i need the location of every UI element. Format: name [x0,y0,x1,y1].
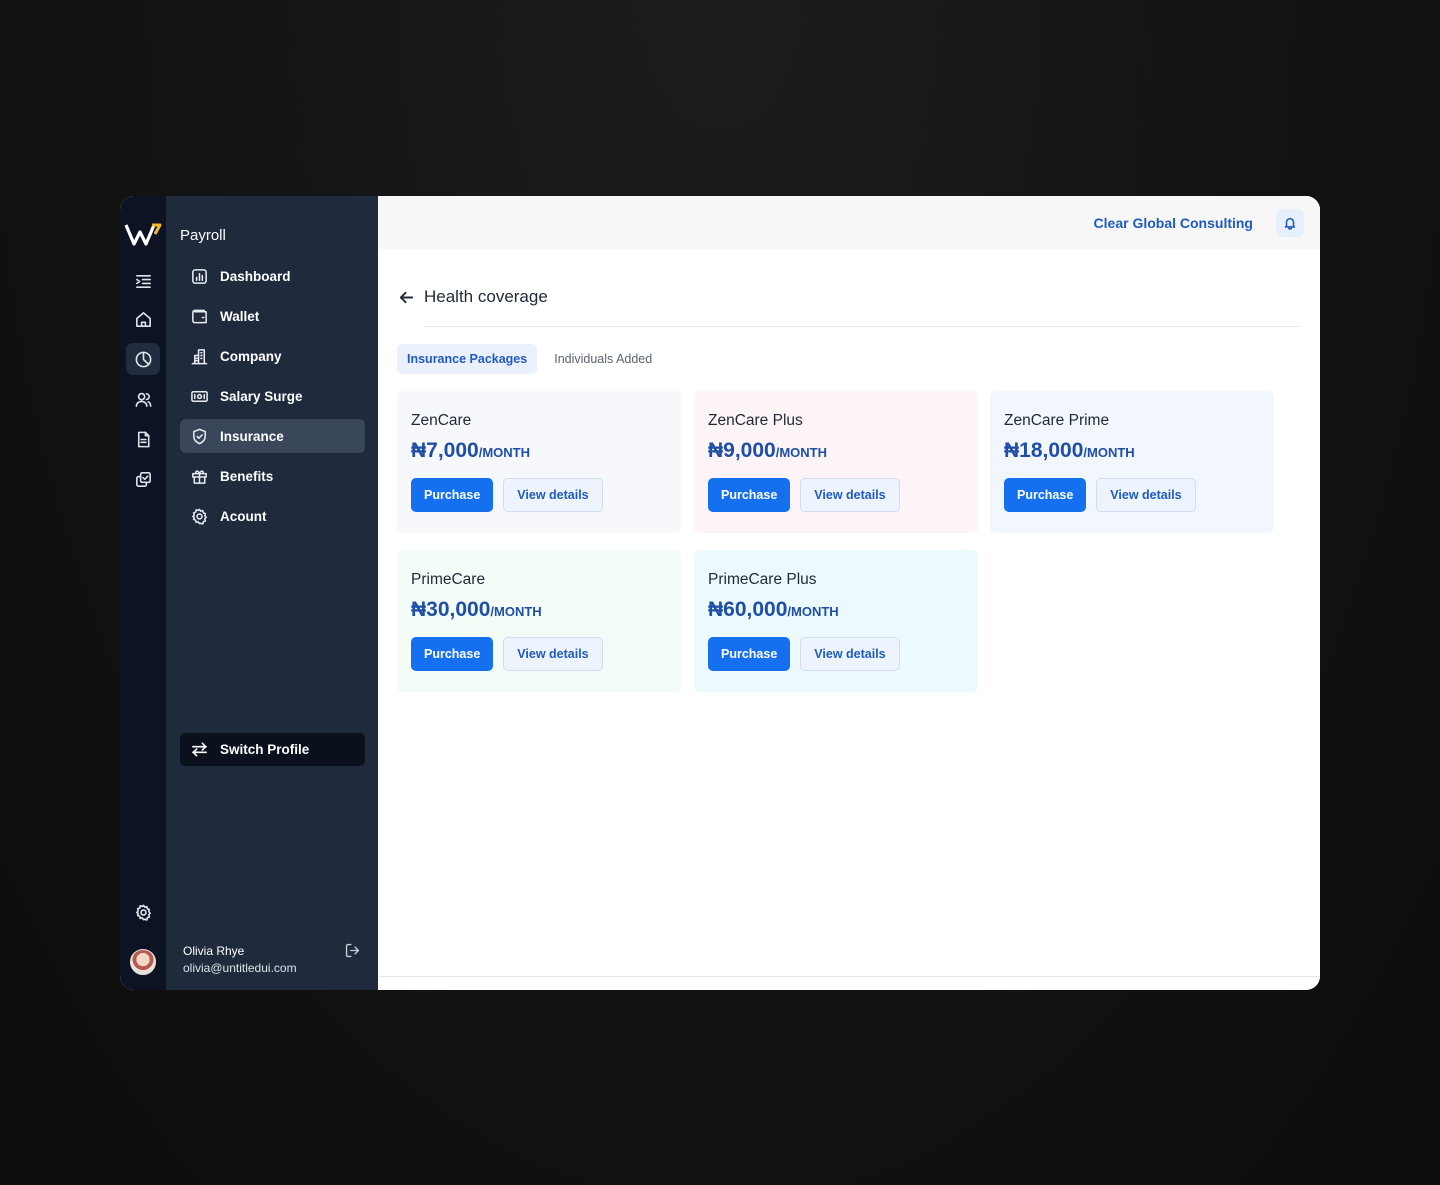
sidebar-item-label: Company [220,348,282,364]
content-bottom-border [378,976,1320,977]
wallet-icon [192,309,207,323]
card-actions: Purchase View details [708,478,964,512]
main-content: Clear Global Consulting Health coverage … [378,196,1320,990]
sidebar-item-label: Benefits [220,468,274,484]
sidebar-item-salary-surge[interactable]: Salary Surge [180,379,365,413]
heading-divider [424,326,1300,327]
package-card: ZenCare Prime ₦18,000/MONTH Purchase Vie… [990,391,1274,533]
package-price: ₦9,000/MONTH [708,439,964,463]
package-name: ZenCare Plus [708,412,803,429]
sidebar-nav: Dashboard Wallet Company Salary Surge In… [180,259,365,539]
price-amount: ₦18,000 [1004,439,1084,462]
package-card: PrimeCare Plus ₦60,000/MONTH Purchase Vi… [694,550,978,692]
banknote-icon [191,390,208,402]
page-heading: Health coverage [398,287,548,307]
sidebar-item-label: Salary Surge [220,388,303,404]
organization-name[interactable]: Clear Global Consulting [1094,215,1253,231]
sidebar-item-company[interactable]: Company [180,339,365,373]
card-actions: Purchase View details [411,637,667,671]
sidebar-item-wallet[interactable]: Wallet [180,299,365,333]
copy-check-icon[interactable] [126,463,160,495]
package-price: ₦7,000/MONTH [411,439,667,463]
sidebar: Payroll Dashboard Wallet Company Salary … [166,196,378,990]
package-price: ₦60,000/MONTH [708,598,964,622]
price-period: /MONTH [775,445,827,460]
pie-chart-icon[interactable] [126,343,160,375]
purchase-button[interactable]: Purchase [411,637,494,671]
sidebar-item-insurance[interactable]: Insurance [180,419,365,453]
view-details-button[interactable]: View details [1096,478,1196,512]
price-amount: ₦30,000 [411,598,491,621]
card-actions: Purchase View details [708,637,964,671]
price-period: /MONTH [1083,445,1135,460]
tab-insurance-packages[interactable]: Insurance Packages [397,344,538,374]
user-name: Olivia Rhye [183,944,245,958]
package-price: ₦30,000/MONTH [411,598,667,622]
sidebar-item-label: Dashboard [220,268,291,284]
logout-icon [345,943,360,958]
sidebar-item-label: Wallet [220,308,260,324]
purchase-button[interactable]: Purchase [708,478,791,512]
package-name: ZenCare Prime [1004,412,1110,429]
package-name: ZenCare [411,412,472,429]
switch-arrows-icon [192,742,207,757]
package-name: PrimeCare [411,571,486,588]
price-period: /MONTH [478,445,530,460]
icon-rail [120,196,166,990]
shield-icon [193,428,206,444]
sidebar-item-account[interactable]: Acount [180,499,365,533]
package-card: ZenCare Plus ₦9,000/MONTH Purchase View … [694,391,978,533]
tab-individuals-added[interactable]: Individuals Added [544,344,662,374]
building-icon [191,348,208,364]
sidebar-item-label: Insurance [220,428,284,444]
view-details-button[interactable]: View details [800,637,900,671]
user-info: Olivia Rhye olivia@untitledui.com [183,943,297,977]
purchase-button[interactable]: Purchase [411,478,494,512]
view-details-button[interactable]: View details [503,637,603,671]
package-price: ₦18,000/MONTH [1004,439,1260,463]
price-amount: ₦60,000 [708,598,788,621]
bell-icon [1284,217,1296,230]
card-actions: Purchase View details [411,478,667,512]
app-window: Payroll Dashboard Wallet Company Salary … [120,196,1320,990]
sidebar-item-dashboard[interactable]: Dashboard [180,259,365,293]
page-title: Health coverage [424,287,548,306]
view-details-button[interactable]: View details [800,478,900,512]
notifications-button[interactable] [1276,209,1304,237]
users-icon[interactable] [126,383,160,415]
purchase-button[interactable]: Purchase [1004,478,1087,512]
price-amount: ₦9,000 [708,439,776,462]
top-bar: Clear Global Consulting [378,196,1320,249]
avatar[interactable] [130,949,156,975]
logout-button[interactable] [344,942,361,959]
card-actions: Purchase View details [1004,478,1260,512]
package-card: PrimeCare ₦30,000/MONTH Purchase View de… [397,550,681,692]
brand-logo-icon[interactable] [124,222,162,248]
package-name: PrimeCare Plus [708,571,817,588]
back-arrow-icon[interactable] [398,289,415,306]
sidebar-item-benefits[interactable]: Benefits [180,459,365,493]
tabs: Insurance Packages Individuals Added [397,344,669,374]
gear-icon [192,508,207,525]
view-details-button[interactable]: View details [503,478,603,512]
switch-profile-label: Switch Profile [220,742,310,757]
price-amount: ₦7,000 [411,439,479,462]
document-icon[interactable] [126,423,160,455]
chart-icon [192,268,207,284]
package-card: ZenCare ₦7,000/MONTH Purchase View detai… [397,391,681,533]
gift-icon [192,469,207,484]
settings-gear-icon[interactable] [126,896,160,928]
menu-collapse-icon[interactable] [126,265,160,297]
sidebar-title: Payroll [180,227,226,244]
purchase-button[interactable]: Purchase [708,637,791,671]
home-icon[interactable] [126,303,160,335]
switch-profile-button[interactable]: Switch Profile [180,733,365,766]
price-period: /MONTH [787,604,839,619]
user-email: olivia@untitledui.com [183,961,297,975]
price-period: /MONTH [490,604,542,619]
sidebar-item-label: Acount [220,508,267,524]
